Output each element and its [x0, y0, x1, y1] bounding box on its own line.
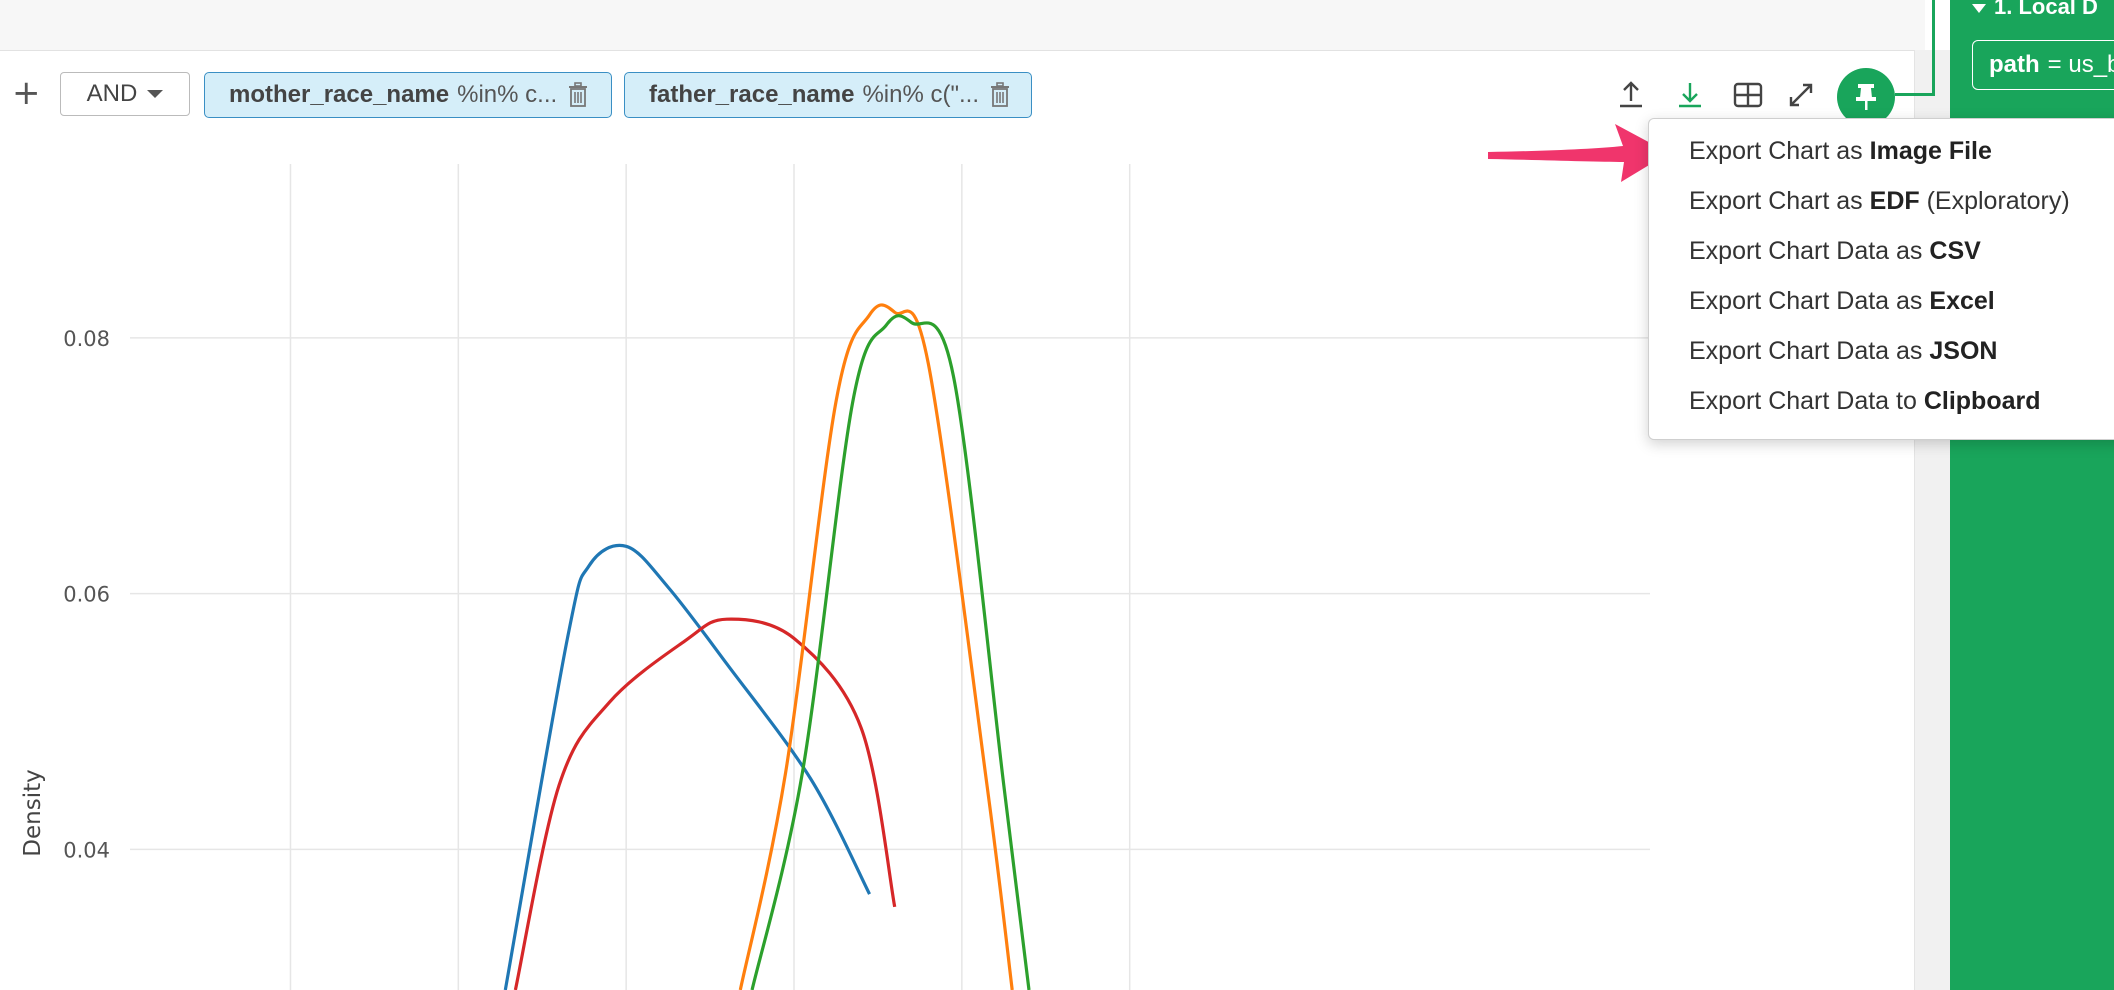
filter-operator-label: AND	[86, 80, 138, 107]
filter-chip-father-race[interactable]: father_race_name %in% c("...	[624, 72, 1032, 118]
y-axis-ticks: 0.04 0.06 0.08	[63, 327, 110, 862]
filter-chip-expression: %in% c("...	[862, 81, 979, 108]
export-chart-edf-option[interactable]: Export Chart as EDF (Exploratory)	[1689, 186, 2070, 216]
trash-icon[interactable]	[989, 82, 1011, 108]
density-series-line-3	[738, 303, 1014, 990]
y-tick-label: 0.04	[63, 838, 110, 862]
filter-operator-dropdown[interactable]: AND	[60, 72, 190, 116]
add-filter-button[interactable]: +	[12, 76, 41, 110]
filter-chip-column: father_race_name	[649, 81, 855, 108]
top-bar	[0, 0, 1925, 51]
step-title-label: 1. Local D	[1994, 0, 2098, 19]
y-axis-label: Density	[20, 769, 46, 856]
filter-chip-mother-race[interactable]: mother_race_name %in% c...	[204, 72, 612, 118]
parameter-value: = us_b	[2047, 51, 2114, 78]
upload-icon[interactable]	[1614, 78, 1648, 112]
density-chart: 0.04 0.06 0.08 Density	[20, 164, 1650, 990]
triangle-down-icon	[1972, 3, 1986, 13]
pin-icon	[1856, 84, 1876, 110]
filter-bar: + AND mother_race_name %in% c... father_…	[0, 70, 1100, 122]
export-chart-image-option[interactable]: Export Chart as Image File	[1689, 136, 1992, 166]
table-icon[interactable]	[1731, 78, 1765, 112]
expand-icon[interactable]	[1784, 78, 1818, 112]
y-tick-label: 0.08	[63, 327, 110, 351]
caret-down-icon	[147, 90, 164, 98]
density-series-line-1	[503, 543, 871, 990]
export-data-clipboard-option[interactable]: Export Chart Data to Clipboard	[1689, 386, 2041, 416]
export-data-csv-option[interactable]: Export Chart Data as CSV	[1689, 236, 1981, 266]
parameter-key: path	[1989, 51, 2040, 78]
pointer-arrow-icon	[1488, 124, 1669, 182]
step-title[interactable]: 1. Local D	[1972, 0, 2098, 20]
export-menu: Export Chart as Image File Export Chart …	[1648, 118, 2114, 440]
step-parameter-field[interactable]: path = us_b	[1972, 40, 2114, 90]
filter-chip-column: mother_race_name	[229, 81, 450, 108]
density-series-line-2	[513, 617, 897, 990]
chart-series	[503, 303, 1031, 990]
export-data-json-option[interactable]: Export Chart Data as JSON	[1689, 336, 1997, 366]
trash-icon[interactable]	[567, 82, 589, 108]
filter-chip-expression: %in% c...	[457, 81, 558, 108]
download-icon[interactable]	[1673, 78, 1707, 112]
step-connector-line	[1895, 0, 1935, 96]
y-tick-label: 0.06	[63, 583, 110, 607]
export-data-excel-option[interactable]: Export Chart Data as Excel	[1689, 286, 1995, 316]
